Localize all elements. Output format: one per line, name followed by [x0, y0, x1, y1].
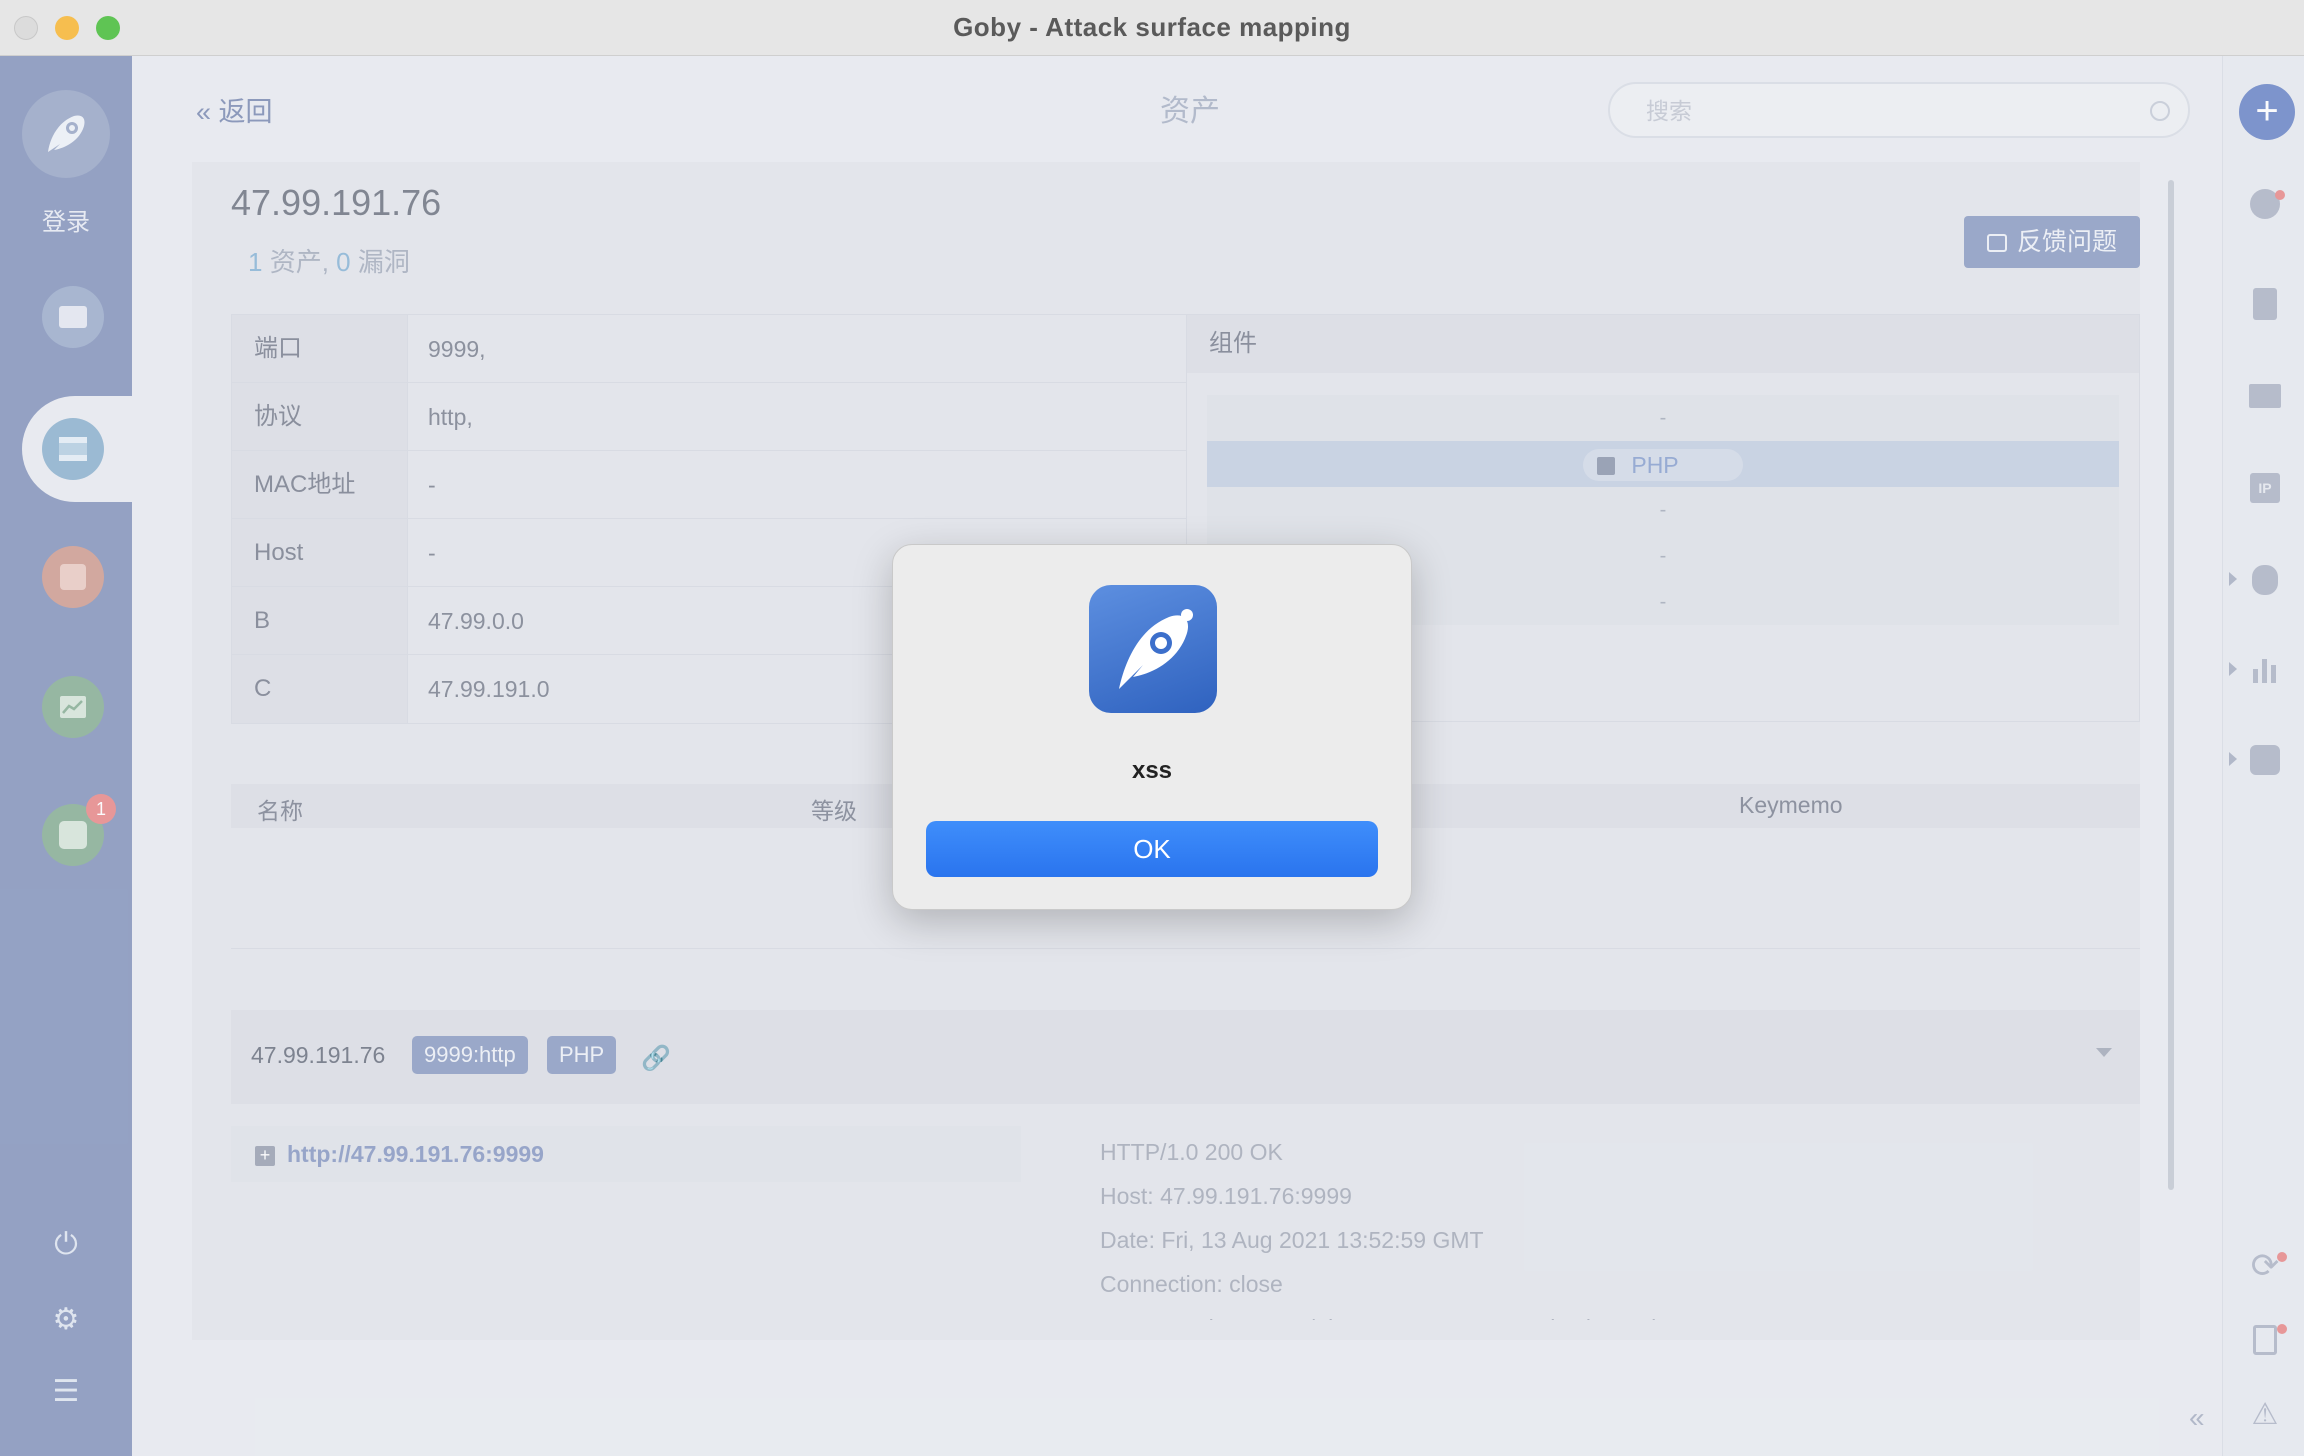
window-title: Goby - Attack surface mapping	[953, 12, 1351, 42]
title-bar: Goby - Attack surface mapping	[0, 0, 2304, 56]
dialog-message: xss	[1131, 757, 1173, 784]
alert-dialog: xss OK	[892, 544, 1412, 910]
ok-button[interactable]: OK	[926, 821, 1378, 877]
goby-app-icon	[1089, 585, 1217, 713]
